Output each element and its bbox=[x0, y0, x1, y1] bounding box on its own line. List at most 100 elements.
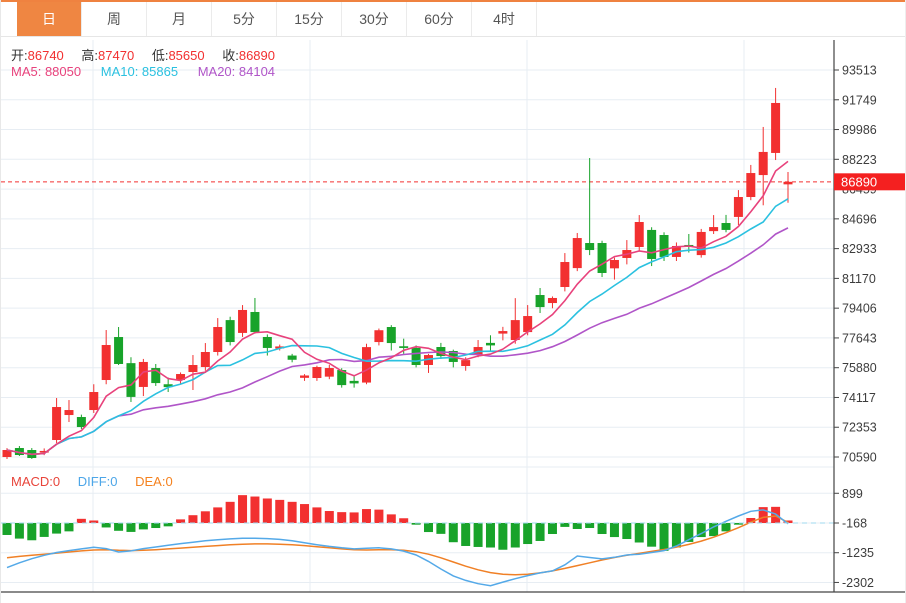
candle-body bbox=[709, 227, 718, 231]
macd-hist-bar bbox=[387, 514, 396, 523]
ma20-line bbox=[7, 228, 788, 454]
price-axis-label: 89986 bbox=[842, 123, 877, 137]
candle-body bbox=[498, 331, 507, 334]
candle-body bbox=[89, 392, 98, 410]
candle-body bbox=[188, 365, 197, 372]
macd-hist-bar bbox=[610, 523, 619, 537]
macd-hist-bar bbox=[350, 512, 359, 523]
price-axis-label: 88223 bbox=[842, 153, 877, 167]
candle-body bbox=[585, 243, 594, 250]
candle-body bbox=[573, 238, 582, 268]
macd-hist-bar bbox=[424, 523, 433, 532]
high-value: 87470 bbox=[98, 48, 134, 63]
candle-body bbox=[635, 222, 644, 247]
candle-body bbox=[536, 295, 545, 307]
macd-hist-bar bbox=[486, 523, 495, 548]
macd-hist-bar bbox=[498, 523, 507, 550]
macd-hist-bar bbox=[474, 523, 483, 547]
tab-week[interactable]: 周 bbox=[82, 2, 147, 36]
candle-body bbox=[647, 230, 656, 259]
macd-hist-bar bbox=[176, 519, 185, 523]
candle-body bbox=[250, 312, 259, 332]
macd-hist-bar bbox=[573, 523, 582, 529]
open-value: 86740 bbox=[28, 48, 64, 63]
macd-hist-bar bbox=[64, 523, 73, 531]
candle-body bbox=[660, 235, 669, 257]
tab-4hour[interactable]: 4时 bbox=[472, 2, 537, 36]
macd-hist-bar bbox=[436, 523, 445, 534]
candle-body bbox=[722, 223, 731, 230]
macd-hist-bar bbox=[325, 511, 334, 523]
dea-value: DEA:0 bbox=[135, 474, 173, 489]
candle-body bbox=[77, 417, 86, 427]
macd-axis-label: 899 bbox=[842, 487, 863, 501]
macd-hist-bar bbox=[660, 523, 669, 551]
macd-hist-bar bbox=[15, 523, 24, 539]
macd-hist-bar bbox=[40, 523, 49, 537]
tab-month[interactable]: 月 bbox=[147, 2, 212, 36]
candle-body bbox=[511, 320, 520, 340]
macd-hist-bar bbox=[722, 523, 731, 531]
diff-value: DIFF:0 bbox=[78, 474, 118, 489]
tab-5min[interactable]: 5分 bbox=[212, 2, 277, 36]
ma20-legend: MA20: 84104 bbox=[198, 64, 275, 79]
candle-body bbox=[734, 197, 743, 217]
tab-day[interactable]: 日 bbox=[17, 2, 82, 36]
tab-30min[interactable]: 30分 bbox=[342, 2, 407, 36]
macd-value: MACD:0 bbox=[11, 474, 60, 489]
price-axis-label: 93513 bbox=[842, 64, 877, 78]
candle-body bbox=[374, 330, 383, 342]
period-tabbar: 日周月5分15分30分60分4时 bbox=[1, 0, 906, 37]
ma5-legend: MA5: 88050 bbox=[11, 64, 81, 79]
macd-hist-bar bbox=[560, 523, 569, 527]
close-label: 收: bbox=[222, 48, 239, 63]
ma10-legend: MA10: 85865 bbox=[101, 64, 178, 79]
price-axis-label: 70590 bbox=[842, 451, 877, 465]
macd-hist-bar bbox=[213, 507, 222, 523]
macd-hist-bar bbox=[226, 502, 235, 523]
candle-body bbox=[52, 407, 61, 440]
macd-hist-bar bbox=[536, 523, 545, 541]
candle-body bbox=[461, 360, 470, 366]
macd-hist-bar bbox=[647, 523, 656, 547]
macd-hist-bar bbox=[126, 523, 135, 532]
candle-body bbox=[486, 343, 495, 346]
macd-hist-bar bbox=[164, 523, 173, 526]
macd-hist-bar bbox=[139, 523, 148, 529]
candle-body bbox=[325, 368, 334, 377]
open-label: 开: bbox=[11, 48, 28, 63]
candle-body bbox=[759, 152, 768, 175]
macd-axis-label: -1235 bbox=[842, 546, 874, 560]
tab-60min[interactable]: 60分 bbox=[407, 2, 472, 36]
macd-hist-bar bbox=[27, 523, 36, 540]
macd-hist-bar bbox=[114, 523, 123, 531]
price-axis-label: 75880 bbox=[842, 361, 877, 375]
macd-hist-bar bbox=[250, 497, 259, 523]
candle-body bbox=[771, 103, 780, 153]
ma10-line bbox=[7, 199, 788, 454]
macd-hist-bar bbox=[102, 523, 111, 527]
kline-chart-canvas[interactable]: 9351391749899868822386459846968293381170… bbox=[1, 37, 906, 603]
candle-body bbox=[213, 327, 222, 352]
tab-15min[interactable]: 15分 bbox=[277, 2, 342, 36]
macd-hist-bar bbox=[275, 500, 284, 523]
diff-line bbox=[7, 510, 788, 586]
macd-hist-bar bbox=[201, 511, 210, 523]
candle-body bbox=[126, 363, 135, 397]
candle-body bbox=[350, 381, 359, 384]
price-axis-label: 72353 bbox=[842, 421, 877, 435]
macd-hist-bar bbox=[52, 523, 61, 534]
candle-body bbox=[114, 337, 123, 364]
kline-widget: 日周月5分15分30分60分4时 开:86740 高:87470 低:85650… bbox=[0, 0, 906, 603]
macd-legend: MACD:0 DIFF:0 DEA:0 bbox=[11, 474, 173, 489]
candle-body bbox=[102, 345, 111, 380]
candle-body bbox=[746, 173, 755, 197]
close-value: 86890 bbox=[239, 48, 275, 63]
macd-hist-bar bbox=[598, 523, 607, 534]
price-axis-label: 79406 bbox=[842, 302, 877, 316]
price-axis-label: 81170 bbox=[842, 272, 876, 286]
candle-body bbox=[697, 232, 706, 255]
candle-body bbox=[226, 320, 235, 342]
dea-line bbox=[7, 516, 788, 575]
macd-hist-bar bbox=[511, 523, 520, 548]
